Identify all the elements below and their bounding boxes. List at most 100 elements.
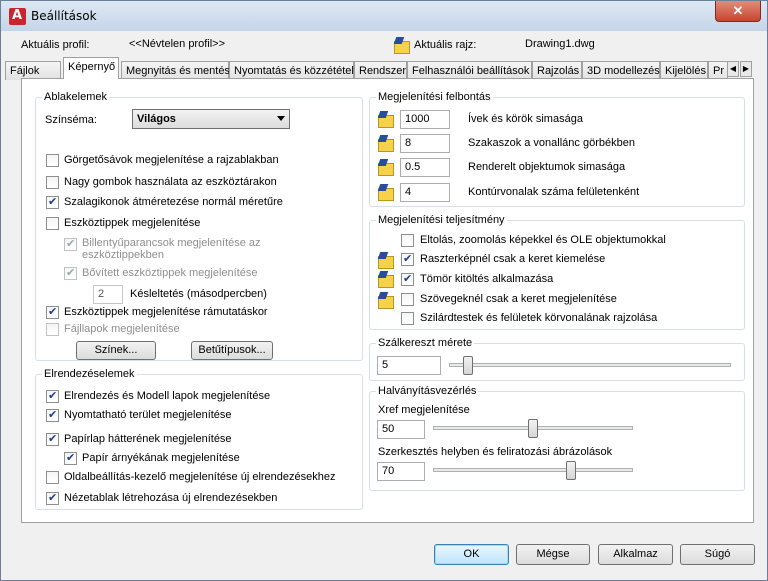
- printable-area-label: Nyomtatható terület megjelenítése: [64, 409, 232, 421]
- polyline-segments-input[interactable]: 8: [400, 134, 450, 153]
- xref-display-label: Xref megjelenítése: [378, 404, 470, 416]
- scrollbars-label: Görgetősávok megjelenítése a rajzablakba…: [64, 154, 279, 166]
- shortcut-keys-tooltips-checkbox[interactable]: [64, 237, 77, 251]
- contour-lines-label: Kontúrvonalak száma felületenként: [468, 186, 640, 198]
- close-button[interactable]: ✕: [715, 1, 761, 22]
- layout-model-tabs-checkbox[interactable]: [46, 389, 59, 403]
- window-title: Beállítások: [31, 9, 97, 23]
- apply-button[interactable]: Alkalmaz: [598, 544, 673, 565]
- display-performance-title: Megjelenítési teljesítmény: [376, 214, 507, 226]
- options-dialog: Beállítások ✕ Aktuális profil: <<Névtele…: [0, 0, 768, 581]
- in-place-edit-slider-thumb[interactable]: [566, 461, 576, 480]
- arc-smoothness-input[interactable]: 1000: [400, 110, 450, 129]
- extended-tooltips-checkbox[interactable]: [64, 266, 77, 280]
- crosshair-size-group: Szálkereszt mérete 5: [369, 337, 745, 381]
- colors-button[interactable]: Színek...: [76, 341, 156, 360]
- silhouette-edges-checkbox[interactable]: [401, 312, 414, 325]
- extended-tooltips-label: Bővített eszköztippek megjelenítése: [82, 267, 258, 279]
- text-frame-only-checkbox[interactable]: [401, 293, 414, 306]
- rendered-smoothness-input[interactable]: 0.5: [400, 158, 450, 177]
- resize-ribbon-icons-checkbox[interactable]: [46, 195, 59, 209]
- drawing-saved-icon: [377, 135, 394, 152]
- autocad-logo-icon: [9, 8, 26, 25]
- crosshair-size-slider-thumb[interactable]: [463, 356, 473, 375]
- rollover-tooltips-checkbox[interactable]: [46, 305, 59, 319]
- current-drawing-value: Drawing1.dwg: [525, 38, 595, 50]
- display-resolution-group: Megjelenítési felbontás 1000 Ívek és kör…: [369, 91, 745, 207]
- tab-scroll-left-icon[interactable]: ◀: [727, 61, 739, 77]
- in-place-edit-input[interactable]: 70: [377, 462, 425, 481]
- drawing-saved-icon: [377, 271, 394, 288]
- drawing-saved-icon: [377, 292, 394, 309]
- xref-display-slider-thumb[interactable]: [528, 419, 538, 438]
- highlight-raster-frame-checkbox[interactable]: [401, 252, 414, 266]
- window-elements-title: Ablakelemek: [42, 91, 109, 103]
- large-buttons-checkbox[interactable]: [46, 176, 59, 189]
- rendered-smoothness-label: Renderelt objektumok simasága: [468, 161, 626, 173]
- polyline-segments-label: Szakaszok a vonallánc görbékben: [468, 137, 635, 149]
- page-setup-manager-label: Oldalbeállítás-kezelő megjelenítése új e…: [64, 471, 336, 483]
- layout-elements-group: Elrendezéselemek Elrendezés és Modell la…: [35, 368, 363, 510]
- large-buttons-label: Nagy gombok használata az eszköztárakon: [64, 176, 277, 188]
- crosshair-size-input[interactable]: 5: [377, 356, 441, 375]
- fade-control-title: Halványításvezérlés: [376, 385, 479, 397]
- fonts-button[interactable]: Betűtípusok...: [191, 341, 273, 360]
- drawing-saved-icon: [377, 159, 394, 176]
- layout-elements-title: Elrendezéselemek: [42, 368, 137, 380]
- ok-button[interactable]: OK: [434, 544, 509, 565]
- crosshair-size-slider-track[interactable]: [449, 363, 731, 367]
- show-tooltips-label: Eszköztippek megjelenítése: [64, 217, 201, 229]
- delay-seconds-input[interactable]: 2: [93, 285, 123, 304]
- drawing-file-icon: [393, 37, 410, 54]
- resize-ribbon-icons-label: Szalagikonok átméretezése normál méretűr…: [64, 196, 283, 208]
- display-resolution-title: Megjelenítési felbontás: [376, 91, 493, 103]
- fade-control-group: Halványításvezérlés Xref megjelenítése 5…: [369, 385, 745, 491]
- crosshair-size-title: Szálkereszt mérete: [376, 337, 475, 349]
- highlight-raster-frame-label: Raszterképnél csak a keret kiemelése: [420, 253, 606, 265]
- display-tab-panel: Ablakelemek Színséma: Világos Görgetősáv…: [21, 78, 754, 523]
- color-scheme-label: Színséma:: [45, 114, 97, 126]
- chevron-down-icon: [277, 116, 285, 121]
- scrollbars-checkbox[interactable]: [46, 154, 59, 167]
- contour-lines-input[interactable]: 4: [400, 183, 450, 202]
- pan-zoom-raster-label: Eltolás, zoomolás képekkel és OLE objekt…: [420, 234, 666, 246]
- help-button[interactable]: Súgó: [680, 544, 755, 565]
- create-viewport-checkbox[interactable]: [46, 491, 59, 505]
- current-profile-value: <<Névtelen profil>>: [129, 38, 226, 50]
- apply-solid-fill-label: Tömör kitöltés alkalmazása: [420, 273, 554, 285]
- drawing-saved-icon: [377, 184, 394, 201]
- printable-area-checkbox[interactable]: [46, 408, 59, 422]
- xref-display-input[interactable]: 50: [377, 420, 425, 439]
- window-elements-group: Ablakelemek Színséma: Világos Görgetősáv…: [35, 91, 363, 361]
- display-performance-group: Megjelenítési teljesítmény Eltolás, zoom…: [369, 214, 745, 330]
- cancel-button[interactable]: Mégse: [516, 544, 590, 565]
- layout-model-tabs-label: Elrendezés és Modell lapok megjelenítése: [64, 390, 271, 402]
- page-setup-manager-checkbox[interactable]: [46, 471, 59, 484]
- drawing-saved-icon: [377, 111, 394, 128]
- create-viewport-label: Nézetablak létrehozása új elrendezésekbe…: [64, 492, 278, 504]
- file-tabs-checkbox[interactable]: [46, 323, 59, 336]
- tab-display[interactable]: Képernyő: [63, 57, 119, 79]
- paper-shadow-label: Papír árnyékának megjelenítése: [82, 452, 240, 464]
- color-scheme-value: Világos: [137, 113, 176, 125]
- in-place-edit-slider-track[interactable]: [433, 468, 633, 472]
- title-bar: Beállítások ✕: [1, 1, 767, 31]
- delay-seconds-label: Késleltetés (másodpercben): [130, 288, 267, 300]
- tab-scroll-right-icon[interactable]: ▶: [740, 61, 752, 77]
- current-profile-label: Aktuális profil:: [21, 39, 90, 51]
- silhouette-edges-label: Szilárdtestek és felületek körvonalának …: [420, 312, 658, 324]
- apply-solid-fill-checkbox[interactable]: [401, 272, 414, 286]
- paper-shadow-checkbox[interactable]: [64, 451, 77, 465]
- shortcut-keys-tooltips-label: Billentyűparancsok megjelenítése az eszk…: [82, 237, 261, 261]
- drawing-saved-icon: [377, 252, 394, 269]
- paper-background-label: Papírlap hátterének megjelenítése: [64, 433, 232, 445]
- file-tabs-label: Fájllapok megjelenítése: [64, 323, 180, 335]
- show-tooltips-checkbox[interactable]: [46, 217, 59, 230]
- pan-zoom-raster-checkbox[interactable]: [401, 234, 414, 247]
- rollover-tooltips-label: Eszköztippek megjelenítése rámutatáskor: [64, 306, 268, 318]
- paper-background-checkbox[interactable]: [46, 432, 59, 446]
- arc-smoothness-label: Ívek és körök simasága: [468, 113, 583, 125]
- current-drawing-label: Aktuális rajz:: [414, 39, 477, 51]
- in-place-edit-label: Szerkesztés helyben és feliratozási ábrá…: [378, 446, 613, 458]
- color-scheme-select[interactable]: Világos: [132, 109, 290, 129]
